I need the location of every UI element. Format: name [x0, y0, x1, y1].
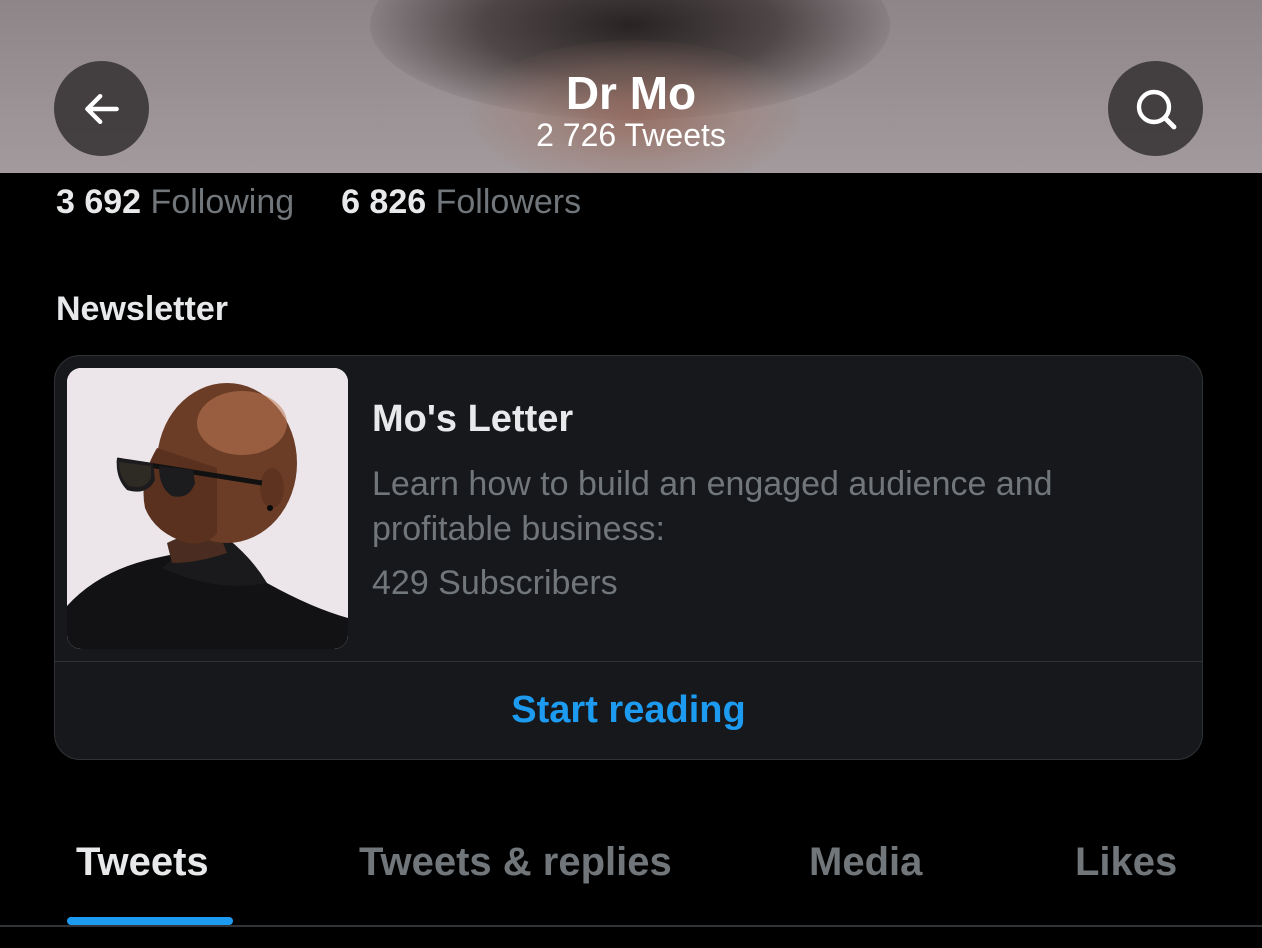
newsletter-card[interactable]: Mo's Letter Learn how to build an engage…	[54, 355, 1203, 760]
following-count: 3 692	[56, 183, 142, 221]
newsletter-description: Learn how to build an engaged audience a…	[372, 465, 1053, 548]
tab-media[interactable]: Media	[809, 840, 922, 885]
tab-tweets[interactable]: Tweets	[76, 840, 209, 885]
newsletter-image	[67, 368, 348, 649]
newsletter-section-title: Newsletter	[56, 290, 228, 328]
follow-stats: 3 692 Following 6 826 Followers	[56, 183, 581, 222]
card-divider	[55, 661, 1202, 662]
followers-link[interactable]: 6 826 Followers	[341, 183, 581, 221]
tabs-divider	[0, 925, 1262, 927]
active-tab-indicator	[67, 917, 233, 925]
followers-count: 6 826	[341, 183, 427, 221]
tab-tweets-and-replies[interactable]: Tweets & replies	[359, 840, 672, 885]
following-link[interactable]: 3 692 Following	[56, 183, 304, 221]
followers-label: Followers	[435, 183, 582, 221]
tab-likes[interactable]: Likes	[1075, 840, 1177, 885]
profile-header: Dr Mo 2 726 Tweets	[0, 0, 1262, 173]
search-icon	[1136, 89, 1176, 129]
newsletter-name: Mo's Letter	[372, 398, 574, 440]
tweet-count: 2 726 Tweets	[536, 117, 726, 153]
following-label: Following	[150, 183, 295, 221]
search-button[interactable]	[1108, 61, 1203, 156]
profile-tabs: Tweets Tweets & replies Media Likes	[0, 820, 1262, 928]
profile-name: Dr Mo	[565, 67, 697, 119]
start-reading-button[interactable]: Start reading	[55, 689, 1202, 732]
newsletter-subscribers: 429 Subscribers	[372, 564, 618, 602]
